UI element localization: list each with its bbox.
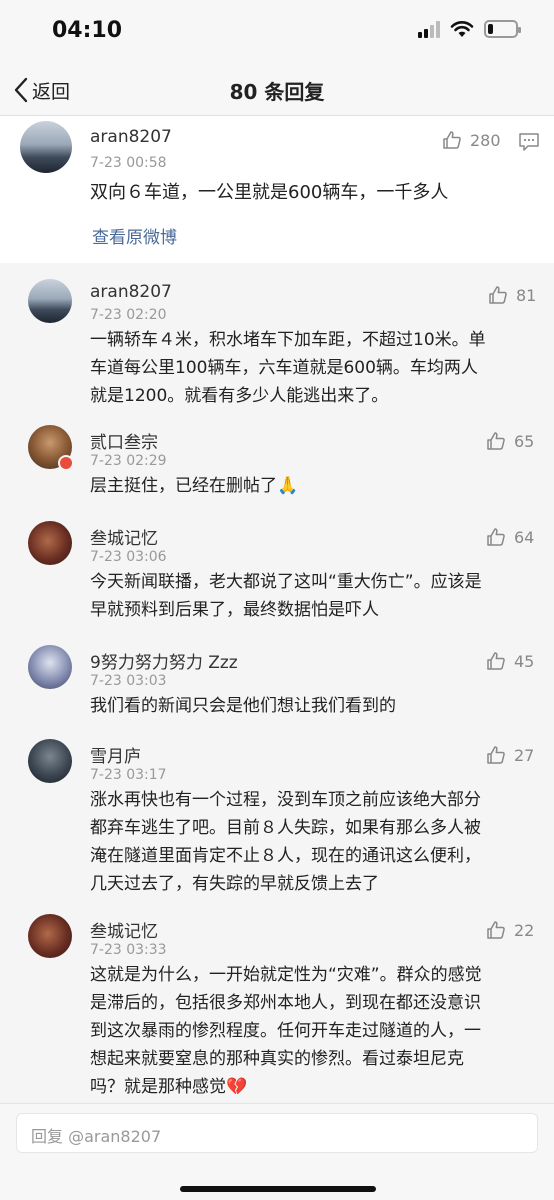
like-button[interactable]: 280 — [442, 130, 501, 150]
comment-content: 双向６车道，一公里就是600辆车，一千多人 — [90, 182, 449, 203]
like-button[interactable]: 81 — [488, 285, 536, 305]
view-original-link[interactable]: 查看原微博 — [92, 223, 177, 248]
reply-timestamp: 7-23 03:33 — [90, 942, 167, 958]
cellular-signal-icon — [418, 20, 440, 38]
reply-content-line: 一辆轿车４米，积水堵车下加车距，不超过10米。单 — [90, 330, 486, 350]
avatar[interactable] — [28, 645, 72, 689]
reply-content: 一辆轿车４米，积水堵车下加车距，不超过10米。单 车道每公里100辆车，六车道就… — [90, 326, 486, 410]
like-count: 64 — [514, 527, 535, 547]
reply-content-line: 今天新闻联播，老大都说了这叫“重大伤亡”。应该是 — [90, 572, 482, 592]
list-item: 雪月庐 7-23 03:17 27 涨水再快也有一个过程，没到车顶之前应该绝大部… — [0, 731, 554, 907]
list-item: 贰口叁宗 7-23 02:29 65 层主挺住，已经在删帖了🙏 — [0, 417, 554, 505]
status-bar: 04:10 — [0, 0, 554, 64]
reply-username[interactable]: aran8207 — [90, 282, 172, 302]
like-count: 65 — [514, 431, 535, 451]
reply-input[interactable]: 回复 @aran8207 — [16, 1113, 538, 1153]
thumbs-up-icon — [487, 746, 505, 764]
like-button[interactable]: 27 — [486, 745, 534, 765]
avatar[interactable] — [20, 121, 72, 173]
like-count: 22 — [514, 920, 535, 940]
like-button[interactable]: 64 — [486, 527, 534, 547]
list-item: 叁城记忆 7-23 03:33 22 这就是为什么，一开始就定性为“灾难”。群众… — [0, 906, 554, 1103]
reply-content-line: 是滞后的，包括很多郑州本地人，到现在都还没意识 — [90, 993, 481, 1013]
comment-icon[interactable] — [518, 132, 540, 152]
list-item: 叁城记忆 7-23 03:06 64 今天新闻联播，老大都说了这叫“重大伤亡”。… — [0, 513, 554, 631]
reply-content-line: 几天过去了，有失踪的早就反馈上去了 — [90, 874, 379, 894]
home-indicator[interactable] — [180, 1186, 376, 1192]
main-comment: aran8207 7-23 00:58 280 双向６车道，一公里就是600辆车… — [0, 117, 554, 263]
like-button[interactable]: 65 — [486, 431, 534, 451]
reply-username[interactable]: 贰口叁宗 — [90, 428, 158, 453]
battery-level — [488, 24, 494, 34]
avatar[interactable] — [28, 739, 72, 783]
reply-username[interactable]: 叁城记忆 — [90, 917, 158, 942]
reply-content-line: 吗？就是那种感觉💔 — [90, 1077, 248, 1097]
thumbs-up-icon — [487, 432, 505, 450]
reply-username[interactable]: 9努力努力努力 Zzz — [90, 648, 238, 673]
reply-list: aran8207 7-23 02:20 81 一辆轿车４米，积水堵车下加车距，不… — [0, 263, 554, 1103]
reply-timestamp: 7-23 03:03 — [90, 673, 167, 689]
reply-content-line: 我们看的新闻只会是他们想让我们看到的 — [90, 696, 396, 716]
status-icons — [418, 20, 521, 38]
avatar[interactable] — [28, 279, 72, 323]
thumbs-up-icon — [489, 286, 507, 304]
like-count: 280 — [470, 130, 501, 150]
reply-content-line: 就是1200。就看有多少人能逃出来了。 — [90, 386, 389, 406]
thumbs-up-icon — [487, 921, 505, 939]
reply-username[interactable]: 雪月庐 — [90, 742, 141, 767]
like-count: 81 — [516, 285, 537, 305]
like-count: 27 — [514, 745, 535, 765]
reply-bar: 回复 @aran8207 — [0, 1103, 554, 1200]
reply-timestamp: 7-23 03:17 — [90, 767, 167, 783]
comment-username[interactable]: aran8207 — [90, 127, 172, 147]
reply-content-line: 都弃车逃生了吧。目前８人失踪，如果有那么多人被 — [90, 818, 481, 838]
reply-content-line: 淹在隧道里面肯定不止８人，现在的通讯这么便利， — [90, 846, 481, 866]
like-button[interactable]: 45 — [486, 651, 534, 671]
avatar[interactable] — [28, 914, 72, 958]
list-item: 9努力努力努力 Zzz 7-23 03:03 45 我们看的新闻只会是他们想让我… — [0, 637, 554, 725]
reply-content-line: 车道每公里100辆车，六车道就是600辆。车均两人 — [90, 358, 478, 378]
reply-content-line: 层主挺住，已经在删帖了🙏 — [90, 476, 299, 496]
reply-content-line: 想起来就要窒息的那种真实的惨烈。看过泰坦尼克 — [90, 1049, 464, 1069]
reply-username[interactable]: 叁城记忆 — [90, 524, 158, 549]
navigation-bar: 返回 80 条回复 — [0, 64, 554, 116]
reply-content: 层主挺住，已经在删帖了🙏 — [90, 472, 298, 500]
list-item: aran8207 7-23 02:20 81 一辆轿车４米，积水堵车下加车距，不… — [0, 271, 554, 421]
reply-content: 我们看的新闻只会是他们想让我们看到的 — [90, 692, 396, 720]
reply-timestamp: 7-23 03:06 — [90, 549, 167, 565]
reply-content: 涨水再快也有一个过程，没到车顶之前应该绝大部分 都弃车逃生了吧。目前８人失踪，如… — [90, 786, 481, 898]
comment-timestamp: 7-23 00:58 — [90, 155, 167, 171]
like-button[interactable]: 22 — [486, 920, 534, 940]
reply-timestamp: 7-23 02:20 — [90, 307, 167, 323]
reply-content-line: 这就是为什么，一开始就定性为“灾难”。群众的感觉 — [90, 965, 482, 985]
badge-icon — [58, 455, 74, 471]
reply-content: 今天新闻联播，老大都说了这叫“重大伤亡”。应该是 早就预料到后果了，最终数据怕是… — [90, 568, 482, 624]
reply-content: 这就是为什么，一开始就定性为“灾难”。群众的感觉 是滞后的，包括很多郑州本地人，… — [90, 961, 482, 1101]
thumbs-up-icon — [443, 131, 461, 149]
wifi-icon — [450, 21, 474, 37]
battery-icon — [484, 20, 521, 38]
thumbs-up-icon — [487, 528, 505, 546]
reply-timestamp: 7-23 02:29 — [90, 453, 167, 469]
like-count: 45 — [514, 651, 535, 671]
reply-content-line: 早就预料到后果了，最终数据怕是吓人 — [90, 600, 379, 620]
avatar[interactable] — [28, 521, 72, 565]
page-title: 80 条回复 — [229, 80, 325, 104]
reply-content-line: 到这次暴雨的惨烈程度。任何开车走过隧道的人，一 — [90, 1021, 481, 1041]
thumbs-up-icon — [487, 652, 505, 670]
reply-content-line: 涨水再快也有一个过程，没到车顶之前应该绝大部分 — [90, 790, 481, 810]
status-time: 04:10 — [52, 18, 123, 43]
